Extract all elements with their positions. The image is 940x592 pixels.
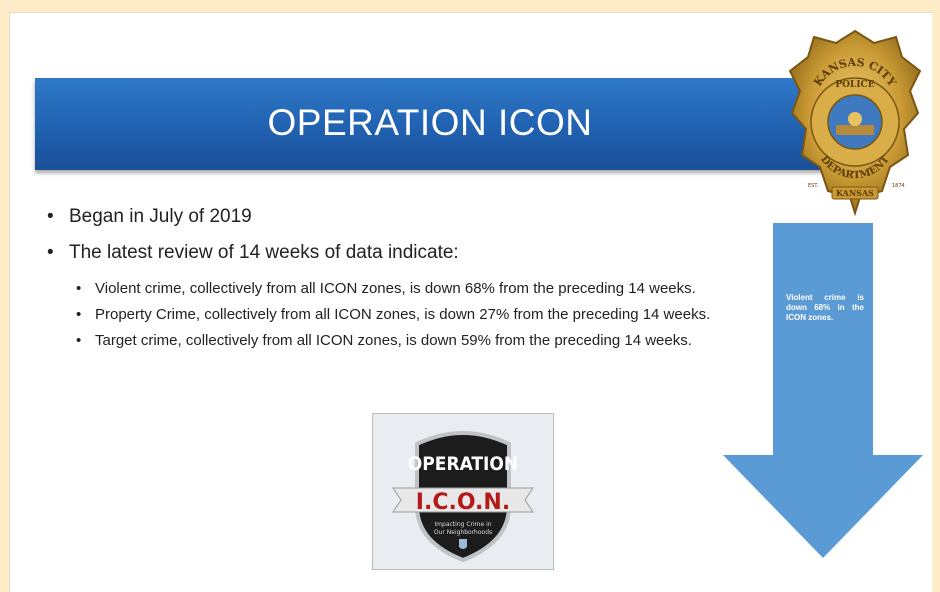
title-banner: OPERATION ICON — [35, 78, 825, 170]
badge-est-left: EST. — [808, 183, 819, 189]
logo-tagline-1: Impacting Crime in — [434, 521, 491, 528]
sub-bullet-target: Target crime, collectively from all ICON… — [43, 329, 775, 352]
arrow-caption: Violent crime is down 68% in the ICON zo… — [786, 293, 864, 322]
down-arrow-icon — [723, 223, 923, 558]
logo-icon-text: I.C.O.N. — [416, 490, 510, 515]
bullet-began: Began in July of 2019 — [43, 205, 783, 229]
sub-bullet-violent: Violent crime, collectively from all ICO… — [43, 277, 775, 300]
sub-bullet-list: Violent crime, collectively from all ICO… — [43, 277, 783, 352]
kcpd-badge-logo: KANSAS CITY POLICE DEPARTMENT KANSAS EST… — [786, 27, 924, 217]
logo-tagline-2: Our Neighborhoods — [434, 529, 492, 536]
operation-icon-logo: OPERATION I.C.O.N. Impacting Crime in Ou… — [372, 413, 554, 570]
sub-bullet-property: Property Crime, collectively from all IC… — [43, 303, 775, 326]
logo-operation-text: OPERATION — [408, 453, 519, 475]
bullet-latest-review: The latest review of 14 weeks of data in… — [43, 241, 783, 265]
badge-est-right: 1874 — [892, 183, 905, 189]
slide: OPERATION ICON KANSAS CITY POLICE DEPART… — [9, 12, 932, 592]
badge-police-text: POLICE — [835, 80, 874, 90]
slide-title: OPERATION ICON — [267, 102, 593, 143]
badge-ribbon-text: KANSAS — [836, 188, 874, 198]
shield-icon — [459, 539, 467, 549]
bullet-list: Began in July of 2019 The latest review … — [43, 205, 783, 355]
